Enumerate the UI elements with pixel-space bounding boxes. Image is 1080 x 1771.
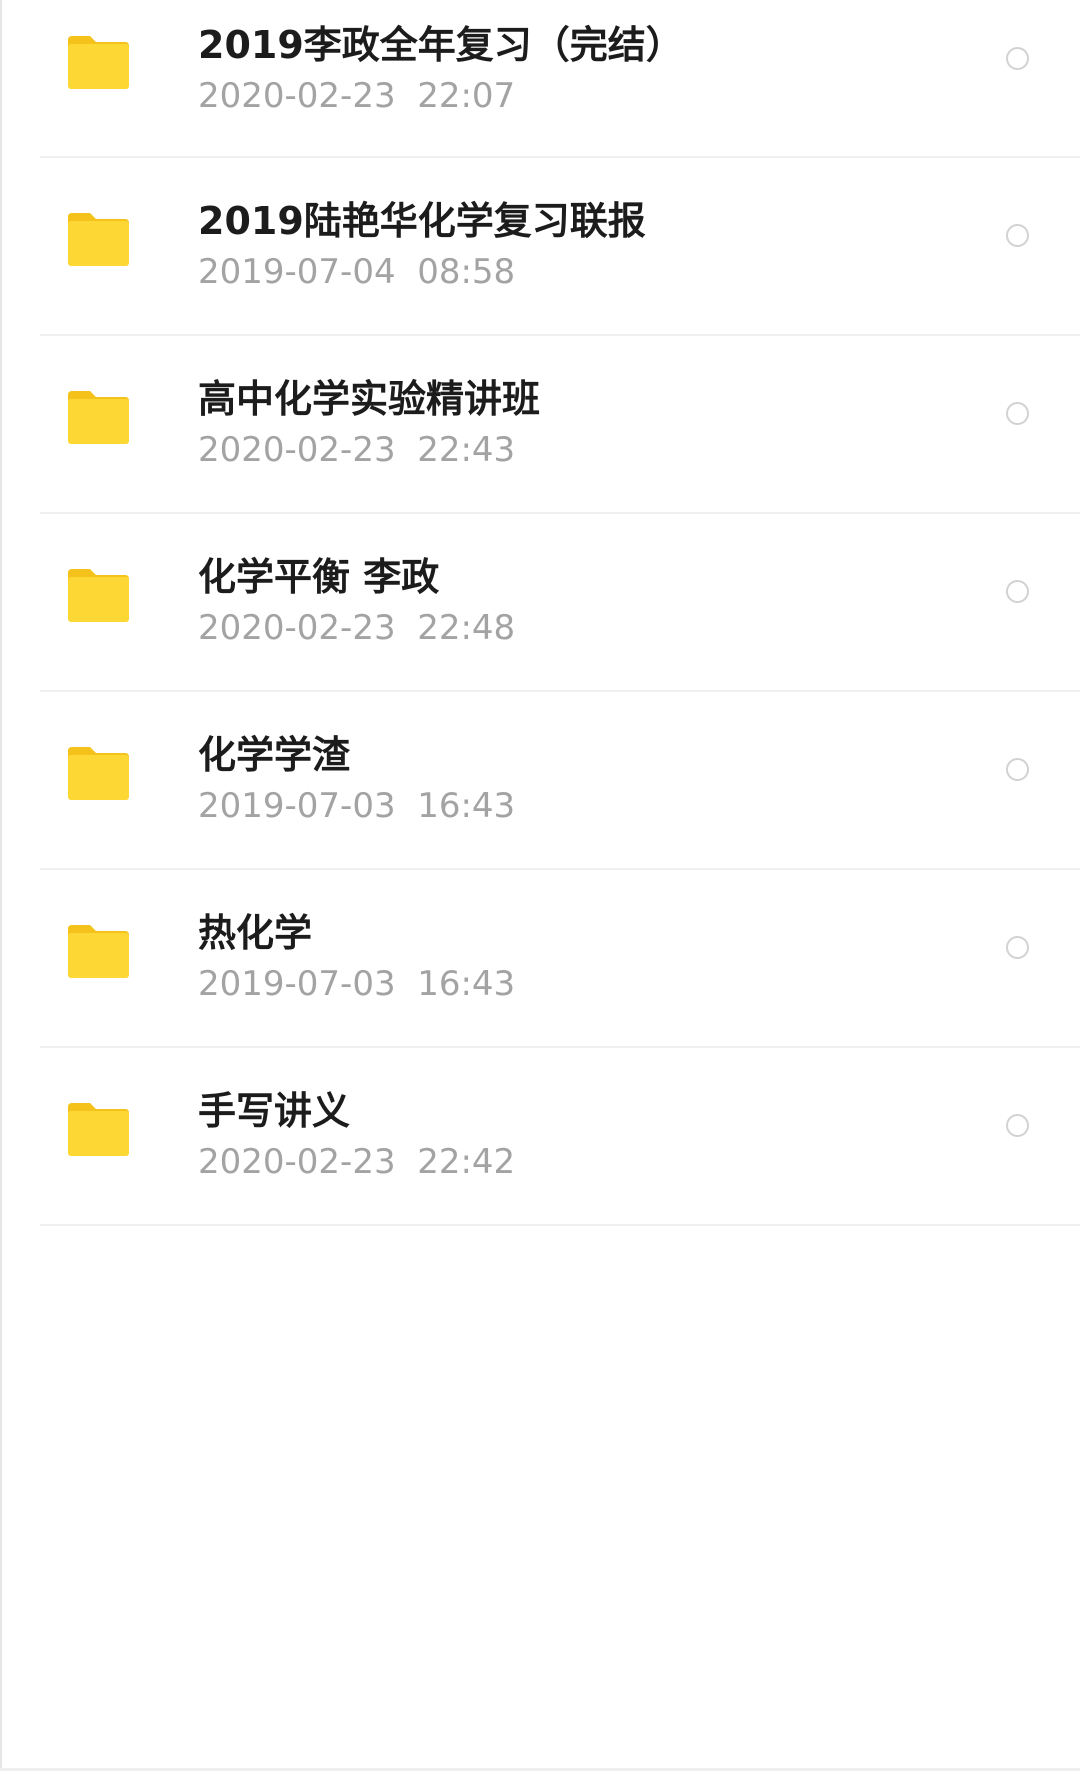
list-item[interactable]: 手写讲义 2020-02-23 22:42 bbox=[0, 1048, 1080, 1226]
folder-name: 化学平衡 李政 bbox=[198, 555, 440, 599]
file-list: 2019李政全年复习（完结） 2020-02-23 22:07 2019陆艳华化… bbox=[0, 0, 1080, 1226]
folder-name: 高中化学实验精讲班 bbox=[198, 377, 541, 421]
folder-name: 2019陆艳华化学复习联报 bbox=[198, 199, 646, 243]
list-item[interactable]: 2019陆艳华化学复习联报 2019-07-04 08:58 bbox=[0, 158, 1080, 336]
folder-icon bbox=[68, 1103, 129, 1156]
folder-date: 2020-02-23 22:07 bbox=[198, 76, 516, 116]
folder-icon bbox=[68, 925, 129, 978]
folder-icon bbox=[68, 213, 129, 266]
folder-name: 热化学 bbox=[198, 911, 313, 955]
folder-icon bbox=[68, 36, 129, 89]
select-radio[interactable] bbox=[1006, 758, 1029, 781]
folder-date: 2019-07-03 16:43 bbox=[198, 964, 516, 1004]
list-item[interactable]: 高中化学实验精讲班 2020-02-23 22:43 bbox=[0, 336, 1080, 514]
divider bbox=[40, 1224, 1080, 1226]
folder-date: 2020-02-23 22:43 bbox=[198, 430, 516, 470]
folder-name: 化学学渣 bbox=[198, 733, 351, 777]
folder-date: 2019-07-03 16:43 bbox=[198, 786, 516, 826]
list-item[interactable]: 2019李政全年复习（完结） 2020-02-23 22:07 bbox=[0, 0, 1080, 158]
select-radio[interactable] bbox=[1006, 47, 1029, 70]
folder-date: 2020-02-23 22:42 bbox=[198, 1142, 516, 1182]
folder-name: 手写讲义 bbox=[198, 1089, 351, 1133]
folder-date: 2019-07-04 08:58 bbox=[198, 252, 516, 292]
select-radio[interactable] bbox=[1006, 936, 1029, 959]
folder-icon bbox=[68, 391, 129, 444]
list-item[interactable]: 热化学 2019-07-03 16:43 bbox=[0, 870, 1080, 1048]
select-radio[interactable] bbox=[1006, 224, 1029, 247]
folder-icon bbox=[68, 747, 129, 800]
folder-date: 2020-02-23 22:48 bbox=[198, 608, 516, 648]
list-item[interactable]: 化学学渣 2019-07-03 16:43 bbox=[0, 692, 1080, 870]
select-radio[interactable] bbox=[1006, 402, 1029, 425]
select-radio[interactable] bbox=[1006, 580, 1029, 603]
folder-name: 2019李政全年复习（完结） bbox=[198, 23, 684, 67]
folder-icon bbox=[68, 569, 129, 622]
select-radio[interactable] bbox=[1006, 1114, 1029, 1137]
list-item[interactable]: 化学平衡 李政 2020-02-23 22:48 bbox=[0, 514, 1080, 692]
